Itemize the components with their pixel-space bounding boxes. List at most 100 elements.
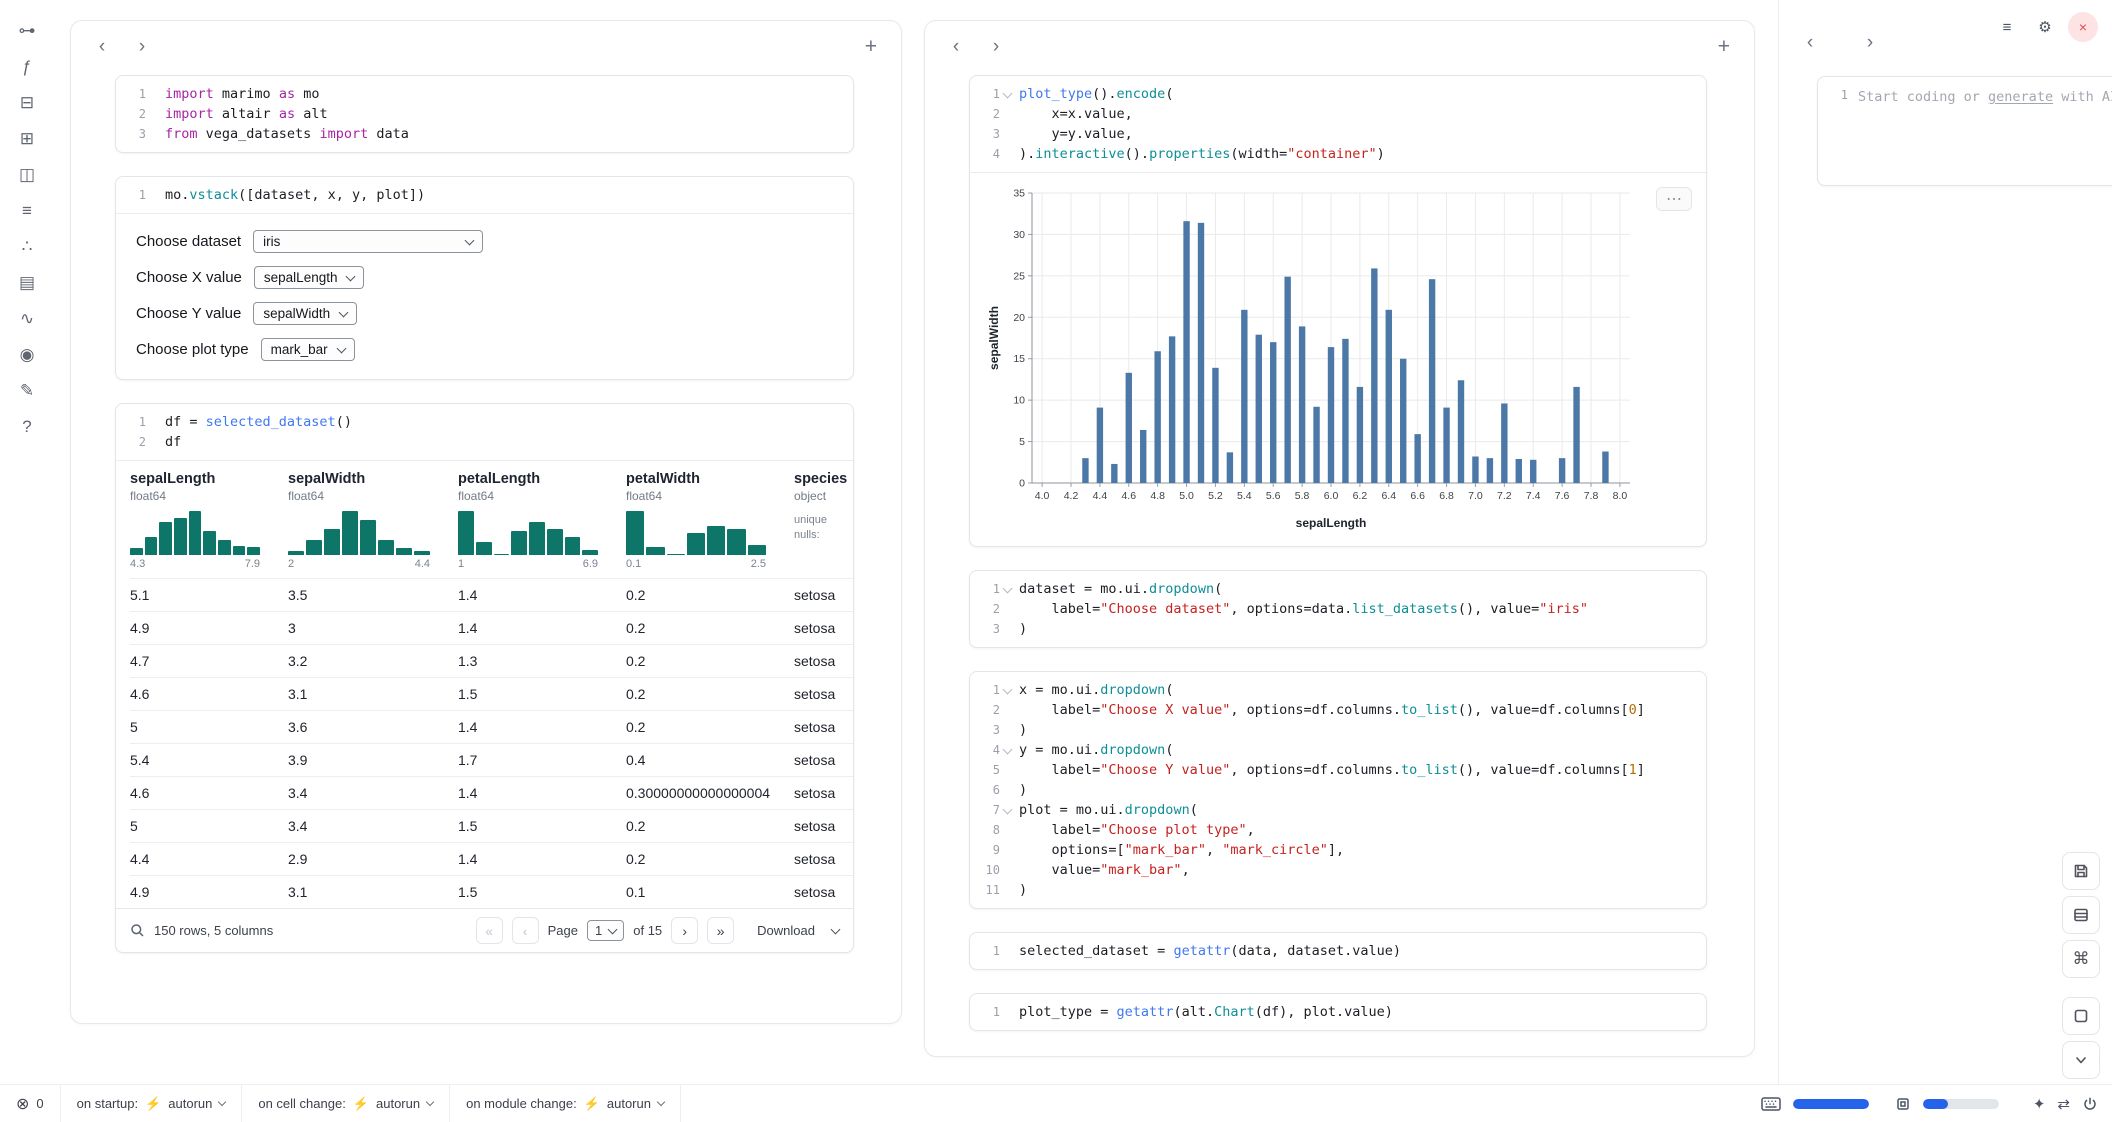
table-row[interactable]: 4.73.21.30.2setosa [130,644,853,677]
collapse-right-icon[interactable]: ‹ [1799,32,1821,54]
code-line[interactable]: 3from vega_datasets import data [116,124,843,144]
code-line[interactable]: 1plot_type().encode( [970,84,1696,104]
selected-dataset-cell[interactable]: 1selected_dataset = getattr(data, datase… [969,932,1707,970]
code-line[interactable]: 6) [970,780,1696,800]
code-line[interactable]: 2 label="Choose X value", options=df.col… [970,700,1696,720]
code-editor[interactable]: 1selected_dataset = getattr(data, datase… [970,933,1706,969]
code-line[interactable]: 1x = mo.ui.dropdown( [970,680,1696,700]
code-line[interactable]: 8 label="Choose plot type", [970,820,1696,840]
code-line[interactable]: 10 value="mark_bar", [970,860,1696,880]
code-editor[interactable]: 1mo.vstack([dataset, x, y, plot]) [116,177,853,213]
altair-chart[interactable]: 051015202530354.04.24.44.64.85.05.25.45.… [986,185,1638,533]
table-row[interactable]: 4.42.91.40.2setosa [130,842,853,875]
packages-icon[interactable]: ◫ [15,164,39,186]
dropdown-select[interactable]: sepalWidth [253,302,357,325]
save-button[interactable] [2062,852,2100,890]
table-row[interactable]: 53.41.50.2setosa [130,809,853,842]
fold-toggle-icon[interactable] [1000,800,1015,820]
database-icon[interactable]: ⊟ [15,92,39,114]
fold-toggle-icon[interactable] [1000,680,1015,700]
code-line[interactable]: 2 label="Choose dataset", options=data.l… [970,599,1696,619]
code-line[interactable]: 3) [970,720,1696,740]
code-line[interactable]: 9 options=["mark_bar", "mark_circle"], [970,840,1696,860]
table-column-header[interactable]: speciesobjectuniquenulls: [794,471,853,578]
dataframe-cell[interactable]: 1df = selected_dataset()2df sepalLengthf… [115,403,854,953]
dependencies-icon[interactable]: ∴ [15,236,39,258]
plot-cell[interactable]: 1plot_type().encode(2 x=x.value,3 y=y.va… [969,75,1707,547]
variables-icon[interactable]: ⊞ [15,128,39,150]
generate-link[interactable]: generate [1988,89,2053,105]
cpu-meter[interactable] [1923,1099,1999,1109]
collapse-left-icon[interactable]: ‹ [91,36,113,58]
scratchpad-cell[interactable]: 1 Start coding or generate with AI [1817,76,2112,186]
fullscreen-button[interactable] [2062,997,2100,1035]
outline-icon[interactable]: ≡ [15,200,39,222]
documentation-icon[interactable]: ▤ [15,272,39,294]
autorun-setting[interactable]: on cell change:⚡autorun [242,1085,449,1122]
next-page-button[interactable]: › [671,917,698,944]
code-line[interactable]: 1selected_dataset = getattr(data, datase… [970,941,1696,961]
functions-icon[interactable]: ƒ [15,56,39,78]
logs-icon[interactable]: ◉ [15,344,39,366]
code-line[interactable]: 1df = selected_dataset() [116,412,843,432]
fold-toggle-icon[interactable] [1000,740,1015,760]
autorun-setting[interactable]: on startup:⚡autorun [61,1085,242,1122]
autorun-setting[interactable]: on module change:⚡autorun [450,1085,680,1122]
add-cell-button[interactable]: + [1718,35,1730,59]
gear-icon[interactable]: ⚙ [2030,12,2060,42]
expand-left-icon[interactable]: › [131,36,153,58]
table-column-header[interactable]: sepalWidthfloat6424.4 [288,471,458,578]
table-row[interactable]: 4.63.11.50.2setosa [130,677,853,710]
code-editor[interactable]: 1df = selected_dataset()2df [116,404,853,460]
table-row[interactable]: 4.63.41.40.30000000000000004setosa [130,776,853,809]
first-page-button[interactable]: « [476,917,503,944]
code-line[interactable]: 11) [970,880,1696,900]
scroll-down-button[interactable] [2062,1041,2100,1079]
code-editor[interactable]: 1import marimo as mo2import altair as al… [116,76,853,152]
table-row[interactable]: 5.43.91.70.4setosa [130,743,853,776]
code-editor[interactable]: 1plot_type().encode(2 x=x.value,3 y=y.va… [970,76,1706,172]
table-column-header[interactable]: petalWidthfloat640.12.5 [626,471,794,578]
memory-meter[interactable] [1793,1099,1869,1109]
keyboard-icon[interactable] [1761,1097,1781,1111]
xy-dropdowns-cell[interactable]: 1x = mo.ui.dropdown(2 label="Choose X va… [969,671,1707,909]
code-editor[interactable]: 1plot_type = getattr(alt.Chart(df), plot… [970,994,1706,1030]
ai-icon[interactable]: ✦ [2033,1095,2046,1113]
code-line[interactable]: 1plot_type = getattr(alt.Chart(df), plot… [970,1002,1696,1022]
table-column-header[interactable]: sepalLengthfloat644.37.9 [130,471,288,578]
table-row[interactable]: 5.13.51.40.2setosa [130,578,853,611]
code-line[interactable]: 3) [970,619,1696,639]
code-line[interactable]: 3 y=y.value, [970,124,1696,144]
code-line[interactable]: 1dataset = mo.ui.dropdown( [970,579,1696,599]
cpu-icon[interactable] [1895,1096,1911,1112]
last-page-button[interactable]: » [707,917,734,944]
code-line[interactable]: 7plot = mo.ui.dropdown( [970,800,1696,820]
table-row[interactable]: 4.93.11.50.1setosa [130,875,853,908]
dropdown-select[interactable]: mark_bar [261,338,355,361]
dropdown-select[interactable]: sepalLength [254,266,365,289]
layout-button[interactable] [2062,896,2100,934]
plot-type-cell[interactable]: 1plot_type = getattr(alt.Chart(df), plot… [969,993,1707,1031]
table-row[interactable]: 4.931.40.2setosa [130,611,853,644]
file-explorer-icon[interactable]: ⊶ [15,20,39,42]
sync-icon[interactable]: ⇄ [2057,1095,2070,1113]
code-line[interactable]: 2 x=x.value, [970,104,1696,124]
tracing-icon[interactable]: ∿ [15,308,39,330]
code-line[interactable]: 2import altair as alt [116,104,843,124]
prev-page-button[interactable]: ‹ [512,917,539,944]
add-cell-button[interactable]: + [865,35,877,59]
search-icon[interactable] [130,923,145,938]
fold-toggle-icon[interactable] [1000,84,1015,104]
code-line[interactable]: 4y = mo.ui.dropdown( [970,740,1696,760]
code-editor[interactable]: 1dataset = mo.ui.dropdown(2 label="Choos… [970,571,1706,647]
code-line[interactable]: 4).interactive().properties(width="conta… [970,144,1696,164]
power-icon[interactable] [2082,1096,2098,1112]
code-line[interactable]: 1mo.vstack([dataset, x, y, plot]) [116,185,843,205]
expand-right-icon[interactable]: › [1859,32,1881,54]
dataset-dropdown-cell[interactable]: 1dataset = mo.ui.dropdown(2 label="Choos… [969,570,1707,648]
download-button[interactable]: Download [757,923,839,938]
page-select[interactable]: 1 [587,920,624,941]
code-line[interactable]: 1import marimo as mo [116,84,843,104]
vstack-cell[interactable]: 1mo.vstack([dataset, x, y, plot]) Choose… [115,176,854,380]
keyboard-shortcuts-button[interactable]: ⌘ [2062,940,2100,978]
